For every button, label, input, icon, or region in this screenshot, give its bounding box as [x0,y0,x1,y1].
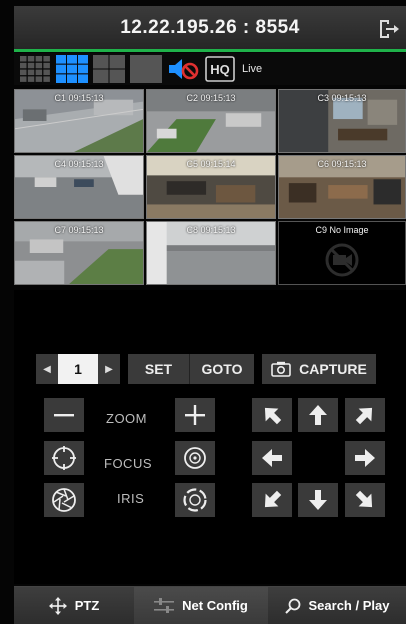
arrow-down-right-icon [355,490,373,508]
bottom-tab-bar: PTZ Net Config Search / Play [14,586,406,624]
iris-close-button[interactable] [44,483,84,517]
hq-button[interactable]: HQ [203,55,236,83]
layout-toolbar: HQ Live [14,53,406,85]
preset-prev-button[interactable]: ◀ [36,354,58,384]
camera-label: C9 No Image [315,225,369,235]
zoom-out-button[interactable] [44,398,84,432]
capture-label: CAPTURE [299,361,367,377]
tilt-down-button[interactable] [298,483,338,517]
layout-4-icon[interactable] [92,55,125,83]
arrow-right-icon [355,449,375,467]
pan-down-left-button[interactable] [252,483,292,517]
tilt-up-button[interactable] [298,398,338,432]
set-button[interactable]: SET [128,354,190,384]
goto-button[interactable]: GOTO [190,354,254,384]
camera-grid: C1 09:15:13 C2 09:15:13 C3 09:15:13 C4 0… [14,89,406,289]
ptz-panel [14,290,406,584]
tab-net-config-label: Net Config [182,598,248,613]
zoom-label: ZOOM [106,411,147,426]
capture-button[interactable]: CAPTURE [262,354,376,384]
arrow-up-icon [309,405,327,425]
camera-label: C1 09:15:13 [54,93,104,103]
hq-label: HQ [210,62,230,77]
pan-up-right-button[interactable] [345,398,385,432]
iris-label: IRIS [117,491,145,506]
focus-far-icon [184,447,206,469]
header-bar: 12.22.195.26 : 8554 [14,6,406,52]
camera-label: C3 09:15:13 [317,93,367,103]
minus-icon [54,414,74,417]
iris-open-button[interactable] [175,483,215,517]
pan-up-left-button[interactable] [252,398,292,432]
pan-right-button[interactable] [345,441,385,475]
camera-tile-c4[interactable]: C4 09:15:13 [14,155,144,219]
focus-near-icon [52,446,76,470]
triangle-right-icon: ▶ [105,363,113,375]
camera-tile-c1[interactable]: C1 09:15:13 [14,89,144,153]
layout-9-icon[interactable] [55,55,88,83]
camera-tile-c7[interactable]: C7 09:15:13 [14,221,144,285]
arrow-up-left-icon [264,407,282,425]
camera-tile-c5[interactable]: C5 09:15:14 [146,155,276,219]
tab-search-play-label: Search / Play [308,598,390,613]
camera-tile-c3[interactable]: C3 09:15:13 [278,89,406,153]
camera-icon [271,361,291,377]
arrow-down-left-icon [264,490,282,508]
sliders-icon [154,597,175,613]
plus-icon [185,405,205,425]
zoom-in-button[interactable] [175,398,215,432]
focus-label: FOCUS [104,456,152,471]
pan-left-button[interactable] [252,441,292,475]
move-arrows-icon [48,596,67,615]
preset-row: ◀ 1 ▶ SET GOTO CAPTURE [36,354,376,384]
camera-tile-c2[interactable]: C2 09:15:13 [146,89,276,153]
tab-search-play[interactable]: Search / Play [268,587,406,624]
layout-1-icon[interactable] [129,55,162,83]
camera-label: C6 09:15:13 [317,159,367,169]
tab-ptz[interactable]: PTZ [14,587,134,624]
audio-muted-icon[interactable] [166,55,199,83]
camera-label: C2 09:15:13 [186,93,236,103]
search-icon [284,598,300,614]
preset-number[interactable]: 1 [58,354,98,384]
arrow-left-icon [262,449,282,467]
triangle-left-icon: ◀ [43,363,51,375]
camera-label: C8 09:15:13 [186,225,236,235]
iris-open-icon [183,488,207,512]
arrow-up-right-icon [355,407,373,425]
pan-down-right-button[interactable] [345,483,385,517]
live-label: Live [242,63,263,75]
no-video-icon [325,243,359,277]
arrow-down-icon [309,490,327,510]
camera-tile-c9[interactable]: C9 No Image [278,221,406,285]
logout-icon[interactable] [376,17,400,41]
camera-tile-c8[interactable]: C8 09:15:13 [146,221,276,285]
layout-16-icon[interactable] [18,55,51,83]
camera-label: C5 09:15:14 [186,159,236,169]
preset-next-button[interactable]: ▶ [98,354,120,384]
app-root: 12.22.195.26 : 8554 HQ Live C1 09:15:13 … [0,0,406,624]
tab-net-config[interactable]: Net Config [134,587,268,624]
camera-label: C7 09:15:13 [54,225,104,235]
camera-label: C4 09:15:13 [54,159,104,169]
focus-near-button[interactable] [44,441,84,475]
focus-far-button[interactable] [175,441,215,475]
camera-tile-c6[interactable]: C6 09:15:13 [278,155,406,219]
tab-ptz-label: PTZ [74,598,100,613]
aperture-icon [52,488,76,512]
page-title: 12.22.195.26 : 8554 [120,16,300,38]
